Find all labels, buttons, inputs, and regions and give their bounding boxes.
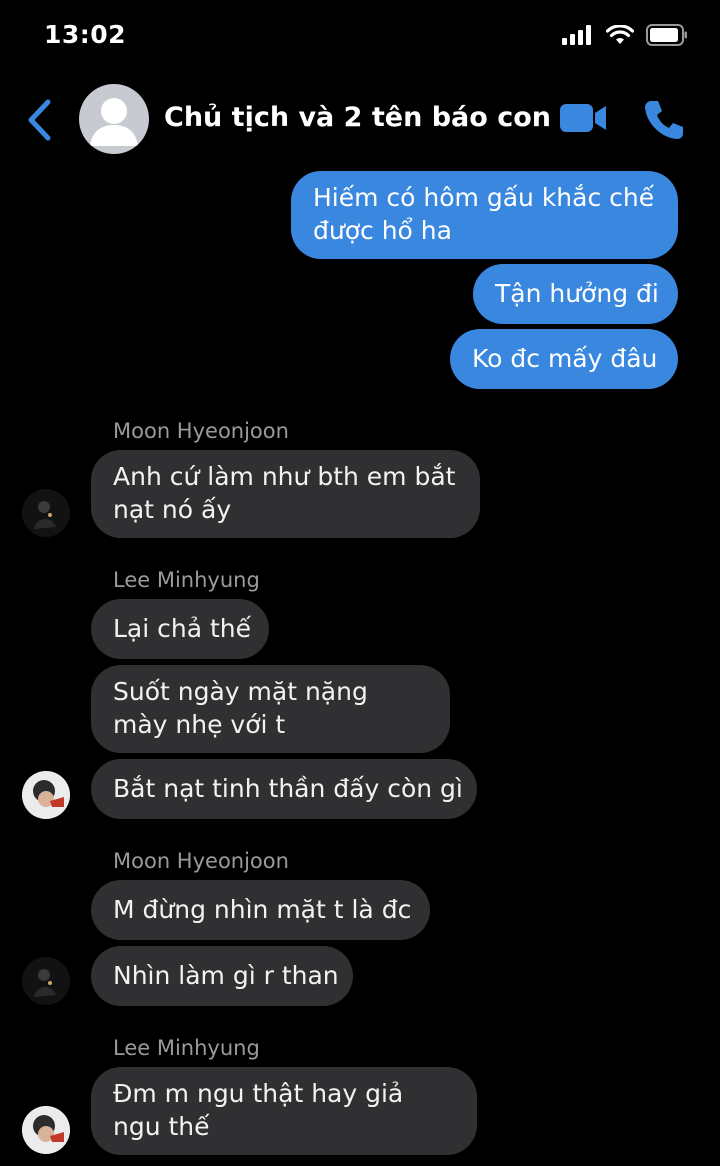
user-avatar[interactable]	[22, 1106, 70, 1154]
chat-title[interactable]: Chủ tịch và 2 tên báo con	[164, 102, 551, 133]
user-avatar[interactable]	[22, 771, 70, 819]
message-text: Bắt nạt tinh thần đấy còn gì	[113, 774, 463, 803]
user-avatar[interactable]	[22, 489, 70, 537]
group-avatar[interactable]	[79, 84, 149, 154]
incoming-message-bubble[interactable]: Nhìn làm gì r than	[91, 946, 353, 1006]
message-text: Ko đc mấy đâu	[472, 344, 658, 373]
back-chevron-icon[interactable]	[24, 98, 54, 142]
profile-photo-icon	[22, 771, 70, 819]
profile-photo-icon	[22, 489, 70, 537]
incoming-message-bubble[interactable]: Suốt ngày mặt nặng mày nhẹ với t	[91, 665, 450, 753]
sender-name: Lee Minhyung	[113, 1036, 260, 1060]
sender-name: Moon Hyeonjoon	[113, 849, 289, 873]
message-text: Lại chả thế	[113, 614, 252, 643]
phone-call-icon[interactable]	[642, 98, 686, 142]
message-text: Hiếm có hôm gấu khắc chế được hổ ha	[313, 183, 655, 245]
incoming-message-bubble[interactable]: M đừng nhìn mặt t là đc	[91, 880, 430, 940]
message-text: Nhìn làm gì r than	[113, 961, 339, 990]
status-bar: 13:02	[0, 0, 720, 72]
message-text: Đm m ngu thật hay giả ngu thế	[113, 1079, 404, 1141]
incoming-message-bubble[interactable]: Đm m ngu thật hay giả ngu thế	[91, 1067, 477, 1155]
message-text: M đừng nhìn mặt t là đc	[113, 895, 412, 924]
incoming-message-bubble[interactable]: Lại chả thế	[91, 599, 269, 659]
outgoing-message-bubble[interactable]: Ko đc mấy đâu	[450, 329, 678, 389]
status-time: 13:02	[44, 20, 127, 49]
incoming-message-bubble[interactable]: Anh cứ làm như bth em bắt nạt nó ấy	[91, 450, 480, 538]
message-text: Tận hưởng đi	[495, 279, 659, 308]
sender-name: Moon Hyeonjoon	[113, 419, 289, 443]
video-call-icon[interactable]	[558, 100, 608, 136]
message-text: Suốt ngày mặt nặng mày nhẹ với t	[113, 677, 368, 739]
profile-photo-icon	[22, 957, 70, 1005]
person-placeholder-icon	[90, 98, 138, 146]
signal-icon	[562, 25, 591, 45]
chat-header: Chủ tịch và 2 tên báo con	[0, 72, 720, 168]
status-icons	[562, 24, 688, 46]
message-text: Anh cứ làm như bth em bắt nạt nó ấy	[113, 462, 456, 524]
profile-photo-icon	[22, 1106, 70, 1154]
outgoing-message-bubble[interactable]: Hiếm có hôm gấu khắc chế được hổ ha	[291, 171, 678, 259]
outgoing-message-bubble[interactable]: Tận hưởng đi	[473, 264, 678, 324]
wifi-icon	[606, 25, 634, 44]
battery-icon	[646, 24, 687, 46]
sender-name: Lee Minhyung	[113, 568, 260, 592]
user-avatar[interactable]	[22, 957, 70, 1005]
incoming-message-bubble[interactable]: Bắt nạt tinh thần đấy còn gì	[91, 759, 477, 819]
